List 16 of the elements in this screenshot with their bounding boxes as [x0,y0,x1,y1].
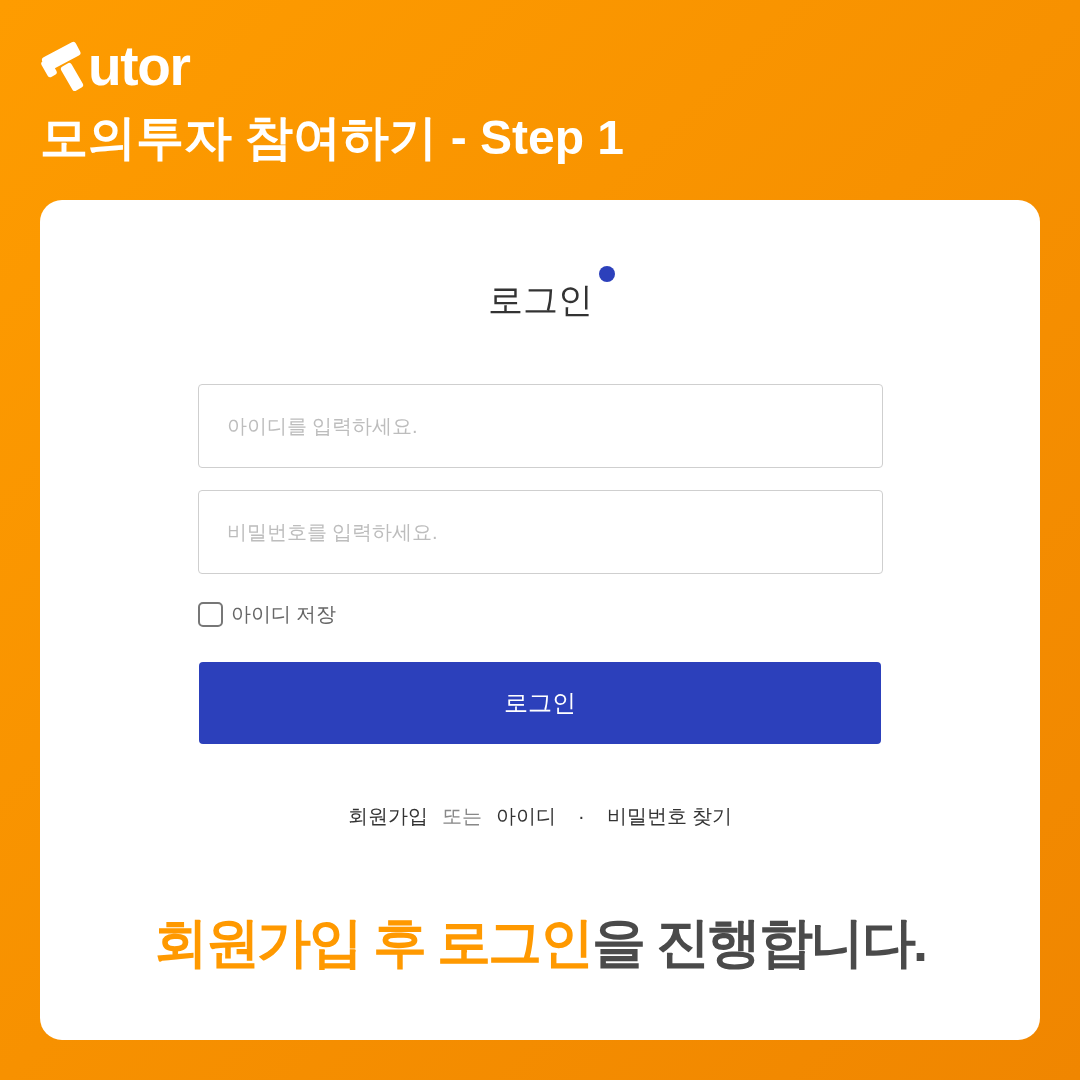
page-title: 모의투자 참여하기 - Step 1 [40,110,625,166]
account-link[interactable]: 회원가입 [347,802,428,830]
login-button[interactable]: 로그인 [199,662,881,744]
remember-label: 아이디 저장 [230,602,337,627]
caption-text: 회원가입 후 로그인을 진행합니다. [154,911,926,974]
checkbox[interactable] [197,601,223,627]
logo-text: utor [88,38,190,94]
or-text: 또는 [441,804,482,829]
id-input-field[interactable]: 아이디를 입력하세요. [197,384,883,468]
login-title: 로그인 [487,279,593,321]
account-link[interactable]: 비밀번호 찾기 [606,802,733,830]
password-input-field[interactable]: 비밀번호를 입력하세요. [197,490,883,574]
dot-icon [598,266,615,282]
hammer-icon [40,41,86,91]
separator-dot: · [576,804,586,829]
account-link[interactable]: 아이디 [495,802,556,830]
